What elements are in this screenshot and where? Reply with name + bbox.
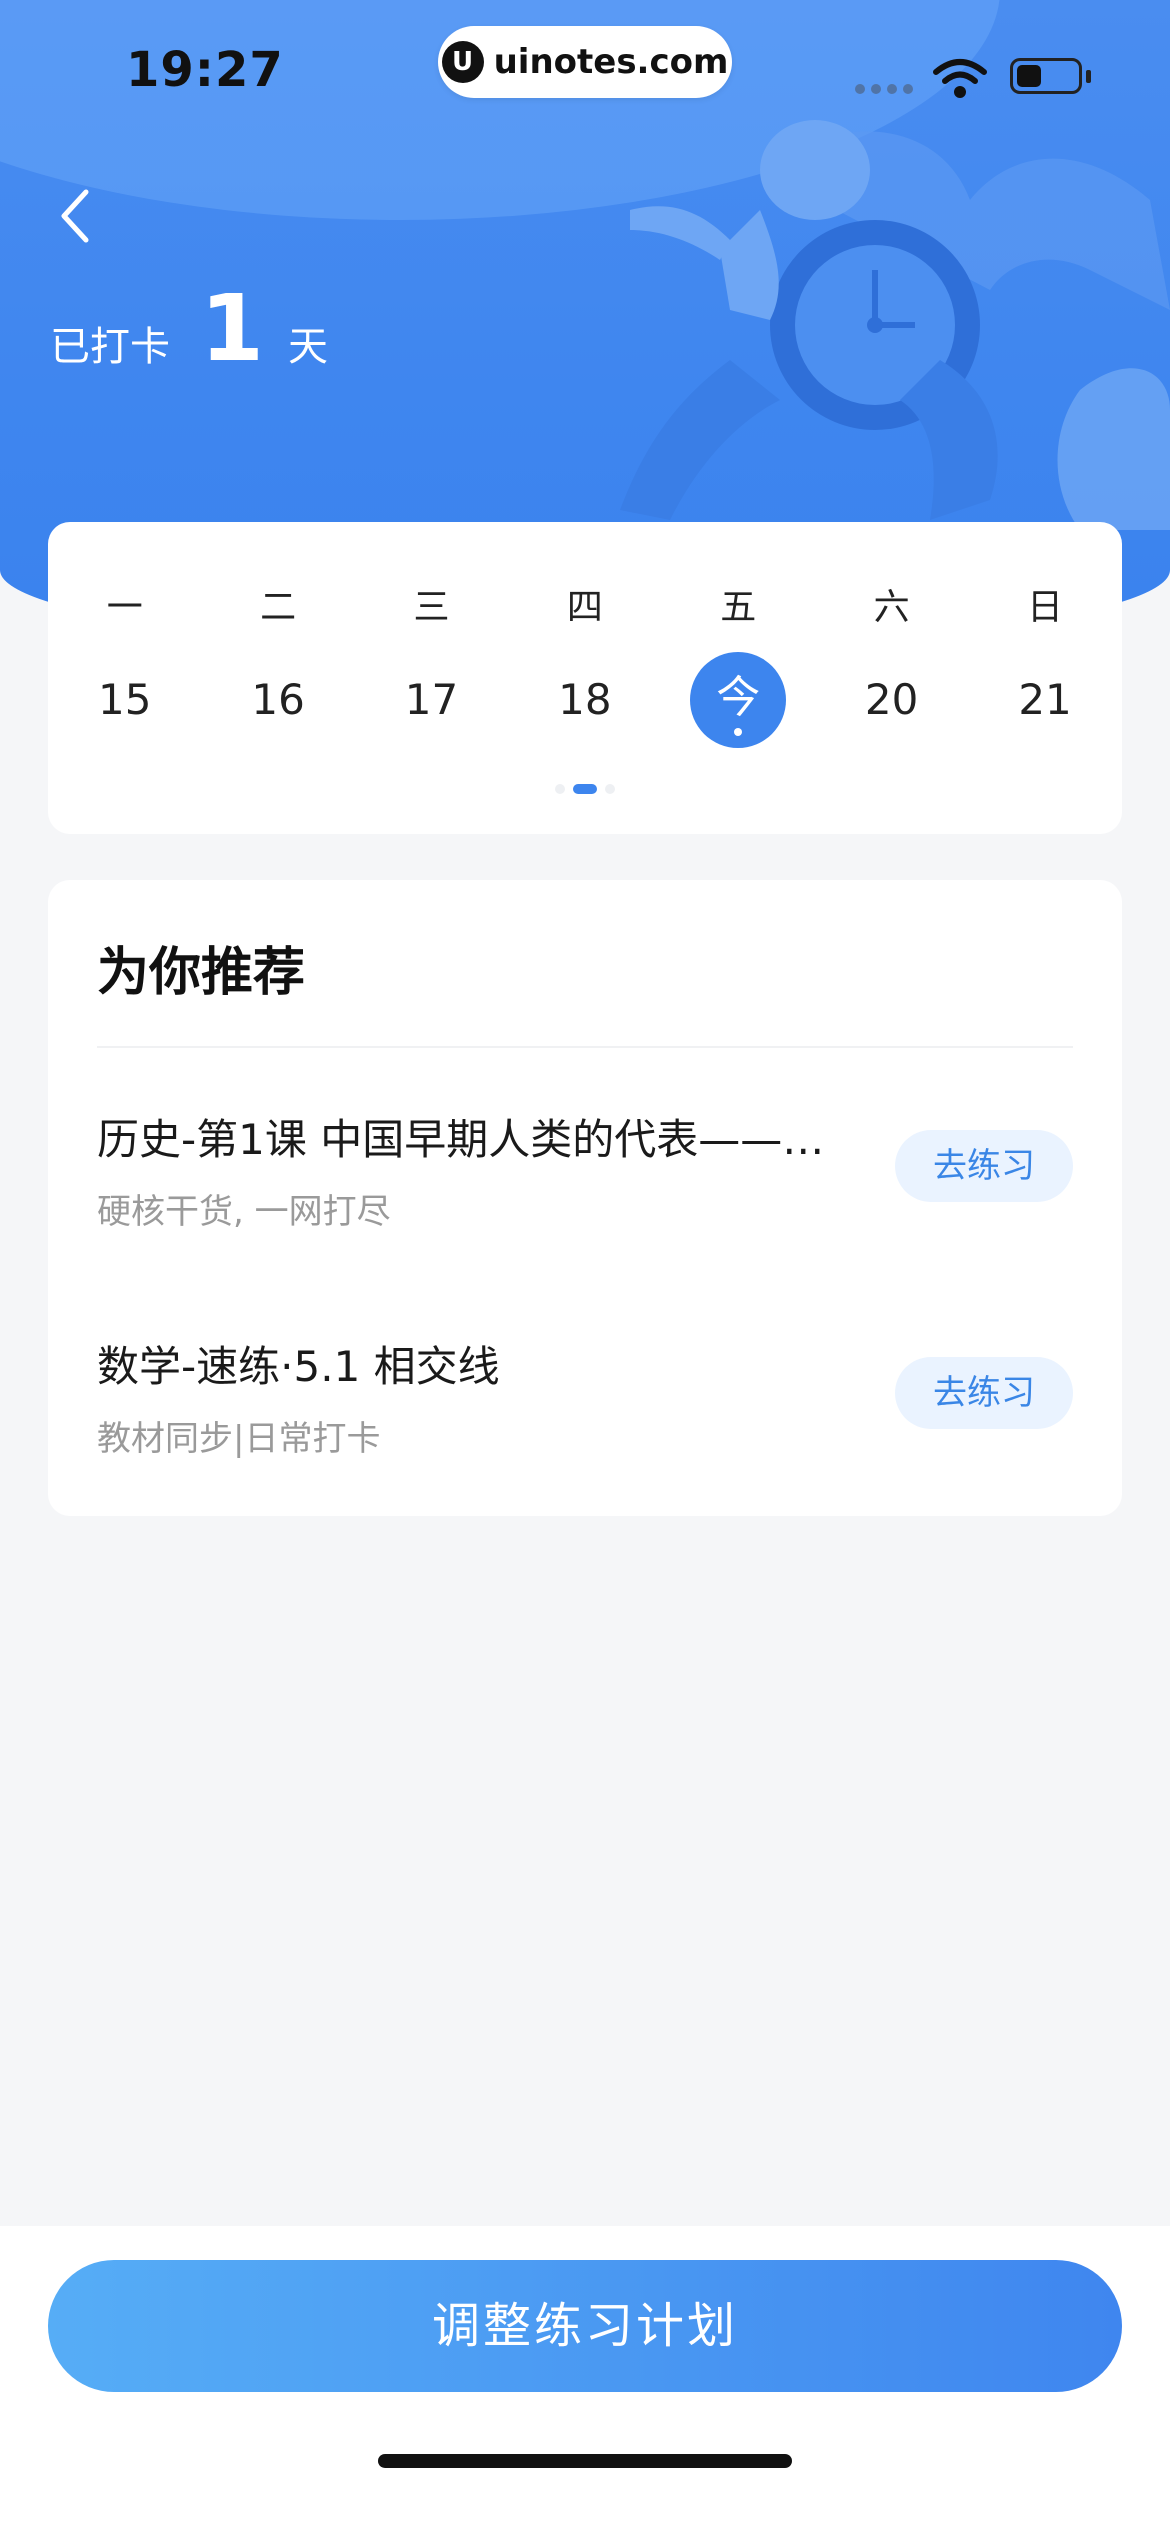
url-text: uinotes.com: [493, 42, 729, 82]
page-dot: [605, 784, 615, 794]
date-cell[interactable]: 16: [201, 652, 354, 748]
practice-button[interactable]: 去练习: [895, 1357, 1073, 1429]
weekday-label: 一: [106, 587, 143, 628]
practice-button[interactable]: 去练习: [895, 1130, 1073, 1202]
home-indicator[interactable]: [378, 2454, 792, 2468]
url-pill[interactable]: U uinotes.com: [438, 26, 732, 98]
date-row: 15 16 17 18 今 20 21: [48, 652, 1122, 748]
recommend-item[interactable]: 数学-速练·5.1 相交线 教材同步|日常打卡 去练习: [97, 1333, 1073, 1483]
page-indicator: [48, 784, 1122, 794]
back-arrow-icon[interactable]: [56, 186, 96, 246]
recommend-title: 为你推荐: [97, 943, 306, 1003]
today-dot: [734, 728, 743, 736]
checkin-summary: 已打卡 1 天: [50, 275, 328, 382]
status-time: 19:27: [126, 42, 284, 98]
battery-icon: [1010, 58, 1082, 94]
adjust-plan-button[interactable]: 调整练习计划: [48, 2260, 1122, 2392]
weekday-label: 日: [1027, 587, 1064, 628]
today-label: 今: [716, 672, 761, 723]
today-marker: 今: [690, 652, 787, 748]
wifi-icon: [933, 59, 987, 98]
recommend-card: 为你推荐 历史-第1课 中国早期人类的代表——… 硬核干货, 一网打尽 去练习 …: [48, 880, 1122, 1516]
week-calendar-card: 一 二 三 四 五 六 日 15 16 17 18 今 20 21: [48, 522, 1122, 834]
weekday-label: 二: [260, 587, 297, 628]
date-cell[interactable]: 15: [48, 652, 201, 748]
cellular-signal-icon: [855, 84, 913, 94]
item-subtitle: 硬核干货, 一网打尽: [97, 1192, 391, 1232]
date-cell-today[interactable]: 今: [662, 652, 815, 748]
weekday-label: 三: [413, 587, 450, 628]
battery-cap: [1086, 70, 1091, 83]
bottom-bar: 调整练习计划: [0, 2226, 1170, 2532]
item-subtitle: 教材同步|日常打卡: [97, 1419, 381, 1459]
date-cell[interactable]: 20: [815, 652, 968, 748]
weekday-label: 五: [720, 587, 757, 628]
uinotes-logo-icon: U: [441, 41, 484, 83]
weekday-label: 四: [566, 587, 603, 628]
item-title: 历史-第1课 中国早期人类的代表——…: [97, 1115, 825, 1164]
date-cell[interactable]: 18: [508, 652, 661, 748]
checkin-unit: 天: [288, 324, 329, 370]
divider: [97, 1046, 1073, 1048]
checkin-days: 1: [200, 275, 265, 382]
page-dot-active: [573, 784, 597, 794]
weekday-row: 一 二 三 四 五 六 日: [48, 578, 1122, 630]
checkin-label: 已打卡: [50, 324, 170, 370]
date-cell[interactable]: 21: [968, 652, 1121, 748]
weekday-label: 六: [873, 587, 910, 628]
item-title: 数学-速练·5.1 相交线: [97, 1342, 500, 1391]
page-dot: [555, 784, 565, 794]
runner-clock-illustration: [620, 120, 1170, 530]
date-cell[interactable]: 17: [355, 652, 508, 748]
recommend-item[interactable]: 历史-第1课 中国早期人类的代表——… 硬核干货, 一网打尽 去练习: [97, 1106, 1073, 1256]
